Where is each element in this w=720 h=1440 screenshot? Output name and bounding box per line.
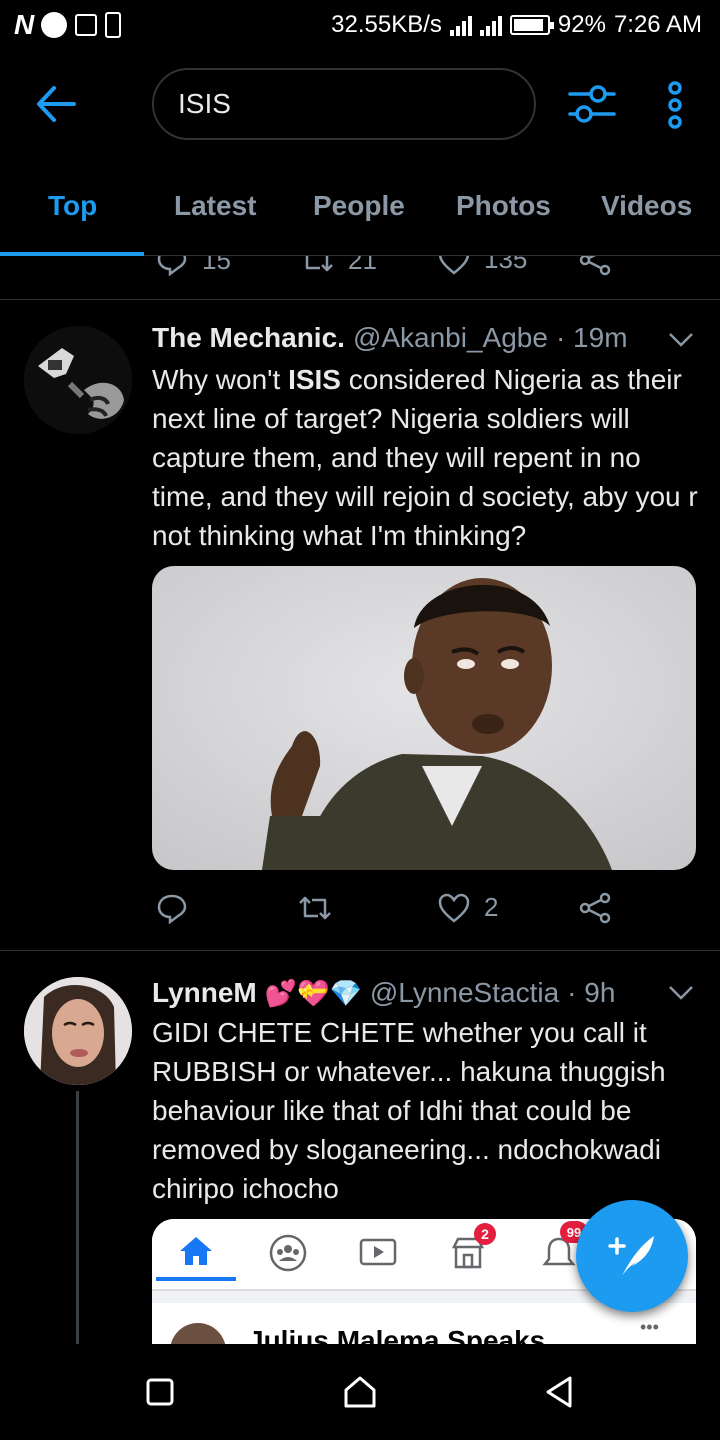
share-button[interactable]	[578, 256, 612, 276]
retweet-count: 21	[348, 256, 377, 275]
tweet-image[interactable]	[152, 566, 696, 870]
more-options-icon[interactable]	[660, 80, 690, 130]
tweet-time: · 9h	[567, 977, 616, 1008]
signal-2-icon	[479, 14, 502, 36]
chevron-down-icon[interactable]	[668, 332, 694, 348]
watch-icon	[359, 1238, 397, 1266]
search-query: ISIS	[178, 88, 231, 119]
tab-photos[interactable]: Photos	[456, 190, 551, 222]
reply-button[interactable]: 15	[156, 256, 231, 276]
back-arrow-icon[interactable]	[34, 82, 78, 126]
search-input[interactable]: ISIS	[152, 68, 536, 140]
back-icon[interactable]	[540, 1372, 580, 1412]
marketplace-badge: 2	[474, 1223, 496, 1245]
clock: 7:26 AM	[613, 11, 702, 38]
search-tabs: Top Latest People Photos Videos	[0, 160, 720, 256]
compose-tweet-button[interactable]	[576, 1200, 688, 1312]
tweet-header: LynneM 💕💝💎 @LynneStactia · 9h	[152, 977, 615, 1009]
man-portrait-image	[152, 566, 696, 870]
tweet-text: GIDI CHETE CHETE whether you call it RUB…	[152, 1017, 666, 1204]
android-navigation-bar	[0, 1344, 720, 1440]
like-button[interactable]: 135	[438, 256, 527, 275]
avatar[interactable]	[24, 326, 132, 434]
search-highlight: ISIS	[288, 364, 341, 395]
tab-latest[interactable]: Latest	[174, 190, 256, 222]
active-tab-indicator	[156, 1277, 236, 1281]
network-speed: 32.55KB/s	[331, 11, 442, 38]
tweet-actions: 2	[152, 892, 672, 932]
post-author: Julius Malema Speaks	[248, 1325, 546, 1344]
reply-count: 15	[202, 256, 231, 275]
like-count: 135	[484, 256, 528, 274]
name-emojis: 💕💝💎	[264, 977, 362, 1008]
signal-icon	[449, 14, 472, 36]
tab-top[interactable]: Top	[48, 190, 97, 222]
retweet-button[interactable]	[298, 892, 332, 924]
reply-button[interactable]	[156, 892, 188, 924]
display-name[interactable]: The Mechanic.	[152, 322, 345, 354]
post-more-icon: •••	[640, 1317, 659, 1337]
lynne-avatar-image	[24, 977, 132, 1085]
retweet-icon	[305, 256, 333, 272]
reply-icon	[157, 894, 187, 924]
heart-icon	[438, 893, 470, 923]
recents-icon[interactable]	[140, 1372, 180, 1412]
image-notification-icon	[75, 14, 98, 36]
mechanic-avatar-image	[24, 326, 132, 434]
avatar	[170, 1323, 226, 1344]
like-count: 2	[484, 892, 499, 922]
like-button[interactable]: 2	[438, 892, 498, 923]
sim-icon	[105, 12, 122, 38]
carrier-icon: N	[14, 9, 34, 40]
share-icon	[579, 256, 611, 276]
filter-icon[interactable]	[566, 80, 618, 128]
avatar[interactable]	[24, 977, 132, 1085]
user-handle[interactable]: @LynneStactia	[370, 977, 559, 1009]
display-name[interactable]: LynneM	[152, 977, 257, 1009]
notification-dot-icon	[41, 12, 68, 38]
retweet-icon	[299, 896, 331, 920]
reply-icon	[157, 256, 187, 276]
tweet-text: Why won't ISIS considered Nigeria as the…	[152, 364, 698, 551]
chevron-down-icon[interactable]	[668, 985, 694, 1001]
user-handle[interactable]: @Akanbi_Agbe	[353, 322, 548, 354]
groups-icon	[269, 1234, 307, 1272]
share-icon	[579, 892, 611, 924]
battery-percent: 92%	[557, 11, 606, 38]
tweet-header: The Mechanic. @Akanbi_Agbe · 19m	[152, 322, 628, 354]
home-icon	[180, 1237, 212, 1265]
tweet-time: · 19m	[555, 322, 628, 353]
status-bar: N 32.55KB/s 92% 7:26 AM	[0, 0, 720, 50]
tweet[interactable]: The Mechanic. @Akanbi_Agbe · 19m Why won…	[0, 300, 720, 951]
thread-line	[76, 1091, 79, 1344]
previous-tweet-actions: 15 21 135	[0, 256, 720, 300]
search-header: ISIS	[0, 50, 720, 160]
share-button[interactable]	[578, 892, 612, 924]
tab-videos[interactable]: Videos	[601, 190, 692, 222]
retweet-button[interactable]: 21	[300, 256, 377, 276]
tab-people[interactable]: People	[313, 190, 405, 222]
heart-icon	[438, 256, 470, 275]
battery-icon	[509, 15, 554, 35]
feather-plus-icon	[608, 1236, 654, 1276]
home-icon[interactable]	[340, 1372, 380, 1412]
